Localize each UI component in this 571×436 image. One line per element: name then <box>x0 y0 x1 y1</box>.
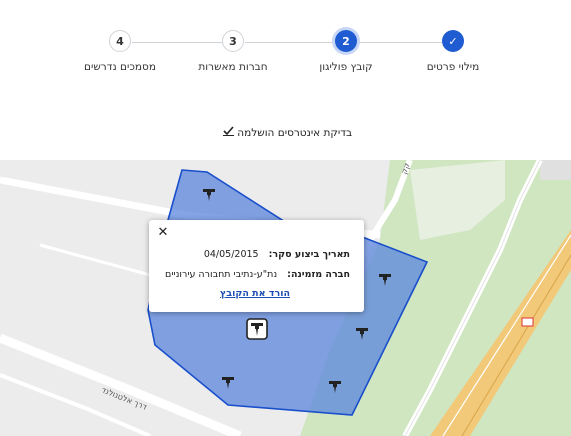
step-number: 2 <box>335 30 357 52</box>
step-polygon-file[interactable]: 2 קובץ פוליגון <box>286 30 406 73</box>
step-label: חברות מאשרות <box>198 61 268 73</box>
drill-marker-icon[interactable] <box>354 325 370 341</box>
ordering-company-row: חברה מזמינה: נת"ע-נתיבי תחבורה עירוניים <box>165 269 350 280</box>
step-required-documents[interactable]: 4 מסמכים נדרשים <box>60 30 180 73</box>
drill-marker-icon[interactable] <box>377 271 393 287</box>
drill-marker-icon[interactable] <box>201 186 217 202</box>
ordering-company-label: חברה מזמינה: <box>287 269 350 280</box>
step-details[interactable]: ✓ מילוי פרטים <box>393 30 513 73</box>
progress-stepper: ✓ מילוי פרטים 2 קובץ פוליגון 3 חברות מאש… <box>0 0 571 110</box>
checkmark-icon <box>222 126 234 139</box>
step-label: מסמכים נדרשים <box>84 61 156 73</box>
step-label: מילוי פרטים <box>426 61 480 73</box>
survey-date-row: תאריך ביצוע סקר: 04/05/2015 <box>204 249 350 260</box>
selected-drill-marker-icon[interactable] <box>246 318 268 340</box>
step-number: 3 <box>222 30 244 52</box>
ordering-company-value: נת"ע-נתיבי תחבורה עירוניים <box>165 269 278 280</box>
step-check-icon: ✓ <box>442 30 464 52</box>
download-file-link[interactable]: הורד את הקובץ <box>220 288 290 299</box>
survey-info-popup: ✕ תאריך ביצוע סקר: 04/05/2015 חברה מזמינ… <box>149 220 364 312</box>
step-approving-companies[interactable]: 3 חברות מאשרות <box>173 30 293 73</box>
status-text: בדיקת אינטרסים הושלמה <box>237 127 353 139</box>
drill-marker-icon[interactable] <box>327 378 343 394</box>
step-label: קובץ פוליגון <box>319 61 373 73</box>
status-message: בדיקת אינטרסים הושלמה <box>0 126 571 139</box>
survey-date-label: תאריך ביצוע סקר: <box>268 249 350 260</box>
close-icon[interactable]: ✕ <box>157 226 169 239</box>
survey-date-value: 04/05/2015 <box>203 249 259 260</box>
drill-marker-icon[interactable] <box>220 374 236 390</box>
step-number: 4 <box>109 30 131 52</box>
